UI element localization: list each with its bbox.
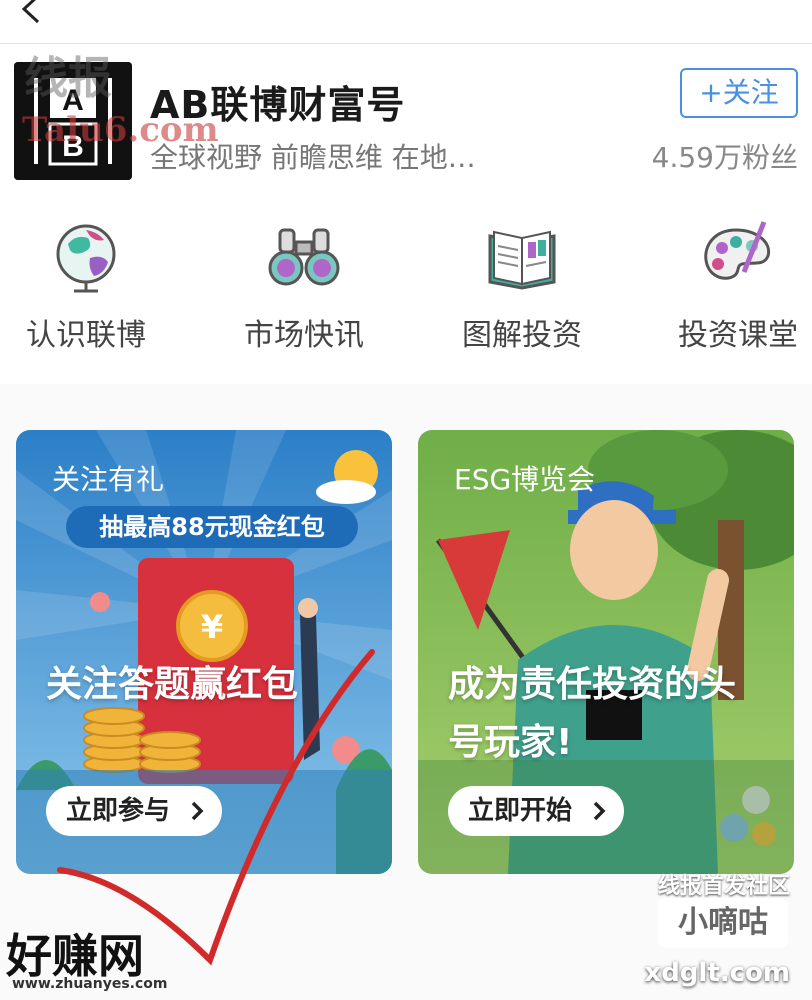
watermark-text: www.zhuanyes.com (12, 976, 168, 992)
watermark-text: 小嘀咕 (658, 898, 788, 948)
watermark-text: 线报 (24, 53, 112, 104)
watermark-text: 线报首发社区 (657, 874, 790, 899)
watermark-text: Talu6.com (22, 110, 219, 150)
watermark-text: xdglt.com (644, 958, 790, 988)
red-checkmark-overlay (57, 649, 375, 966)
